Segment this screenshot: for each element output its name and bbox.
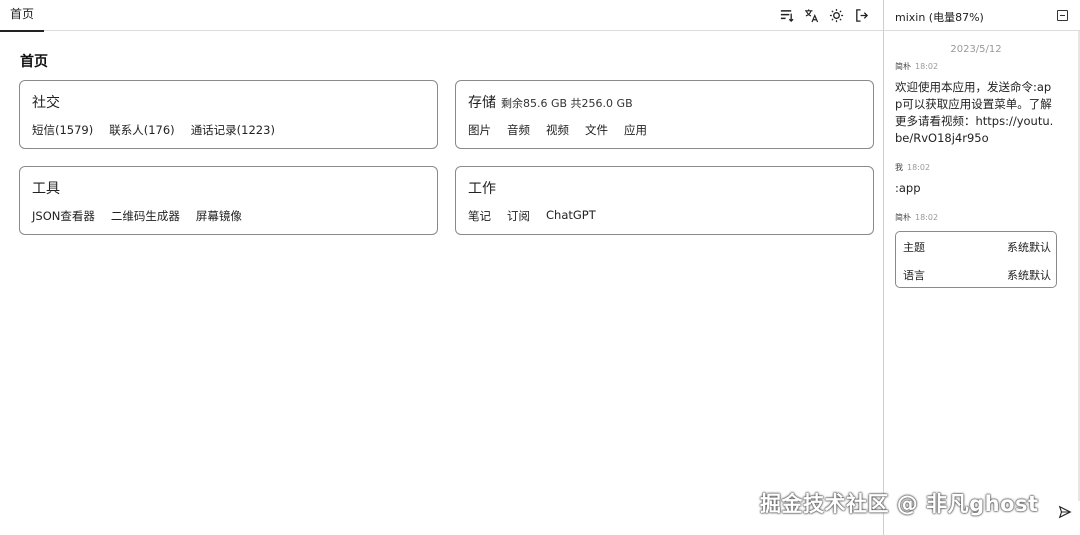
message-sender: 我 bbox=[895, 163, 903, 172]
message-meta: 简朴 18:02 bbox=[895, 61, 938, 72]
link-qrcode-generator[interactable]: 二维码生成器 bbox=[111, 208, 180, 224]
link-files[interactable]: 文件 bbox=[585, 122, 608, 138]
link-audio[interactable]: 音频 bbox=[507, 122, 530, 138]
message-sender: 简朴 bbox=[895, 62, 911, 71]
card-title: 社交 bbox=[32, 95, 60, 111]
message-meta: 我 18:02 bbox=[895, 162, 930, 173]
card-links: 笔记 订阅 ChatGPT bbox=[468, 208, 596, 224]
card-title: 工作 bbox=[468, 181, 496, 197]
card-storage: 存储 剩余85.6 GB 共256.0 GB 图片 音频 视频 文件 应用 bbox=[455, 80, 874, 149]
panel-header: mixin (电量87%) bbox=[884, 0, 1080, 31]
setting-label: 主题 bbox=[903, 241, 925, 254]
setting-theme[interactable]: 主题 系统默认 bbox=[903, 239, 1051, 255]
send-icon[interactable] bbox=[1058, 505, 1072, 519]
message-sender: 简朴 bbox=[895, 213, 911, 222]
link-chatgpt[interactable]: ChatGPT bbox=[546, 208, 596, 224]
card-tools: 工具 JSON查看器 二维码生成器 屏幕镜像 bbox=[19, 166, 438, 235]
card-links: 短信(1579) 联系人(176) 通话记录(1223) bbox=[32, 122, 275, 138]
message-meta: 简朴 18:02 bbox=[895, 212, 938, 223]
main-content: 首页 社交 短信(1579) 联系人(176) 通话记录(1223) 存储 剩余… bbox=[0, 32, 884, 535]
watermark: 掘金技术社区 @ 非凡ghost bbox=[760, 492, 1039, 516]
link-sms[interactable]: 短信(1579) bbox=[32, 122, 93, 138]
card-title: 工具 bbox=[32, 181, 60, 197]
link-apps[interactable]: 应用 bbox=[624, 122, 647, 138]
brightness-icon[interactable] bbox=[828, 7, 845, 24]
link-subscriptions[interactable]: 订阅 bbox=[507, 208, 530, 224]
message-time: 18:02 bbox=[915, 213, 939, 222]
link-json-viewer[interactable]: JSON查看器 bbox=[32, 208, 95, 224]
setting-language[interactable]: 语言 系统默认 bbox=[903, 267, 1051, 283]
chat-panel: mixin (电量87%) 2023/5/12 简朴 18:02 欢迎使用本应用，… bbox=[884, 0, 1080, 535]
setting-value: 系统默认 bbox=[1007, 241, 1051, 254]
storage-usage: 剩余85.6 GB 共256.0 GB bbox=[501, 97, 633, 110]
link-images[interactable]: 图片 bbox=[468, 122, 491, 138]
message-text: 欢迎使用本应用，发送命令:app可以获取应用设置菜单。了解更多请看视频：http… bbox=[895, 80, 1054, 145]
card-work: 工作 笔记 订阅 ChatGPT bbox=[455, 166, 874, 235]
panel-title: mixin (电量87%) bbox=[895, 11, 984, 24]
link-screen-mirror[interactable]: 屏幕镜像 bbox=[196, 208, 242, 224]
link-video[interactable]: 视频 bbox=[546, 122, 569, 138]
setting-value: 系统默认 bbox=[1007, 269, 1051, 282]
card-links: 图片 音频 视频 文件 应用 bbox=[468, 122, 647, 138]
collapse-icon[interactable] bbox=[1057, 10, 1068, 21]
message-text: :app bbox=[895, 181, 921, 195]
link-notes[interactable]: 笔记 bbox=[468, 208, 491, 224]
toolbar-icons bbox=[778, 7, 870, 24]
message-time: 18:02 bbox=[915, 62, 939, 71]
card-social: 社交 短信(1579) 联系人(176) 通话记录(1223) bbox=[19, 80, 438, 149]
tab-home[interactable]: 首页 bbox=[0, 0, 45, 32]
link-call-log[interactable]: 通话记录(1223) bbox=[191, 122, 275, 138]
message-time: 18:02 bbox=[907, 163, 931, 172]
page-title: 首页 bbox=[20, 54, 48, 70]
setting-label: 语言 bbox=[903, 269, 925, 282]
logout-icon[interactable] bbox=[853, 7, 870, 24]
top-bar: 首页 bbox=[0, 0, 884, 32]
chat-date: 2023/5/12 bbox=[950, 44, 1002, 55]
sort-icon[interactable] bbox=[778, 7, 795, 24]
link-contacts[interactable]: 联系人(176) bbox=[109, 122, 174, 138]
translate-icon[interactable] bbox=[803, 7, 820, 24]
card-title: 存储 bbox=[468, 95, 496, 111]
card-links: JSON查看器 二维码生成器 屏幕镜像 bbox=[32, 208, 242, 224]
settings-menu: 主题 系统默认 语言 系统默认 bbox=[895, 231, 1057, 288]
